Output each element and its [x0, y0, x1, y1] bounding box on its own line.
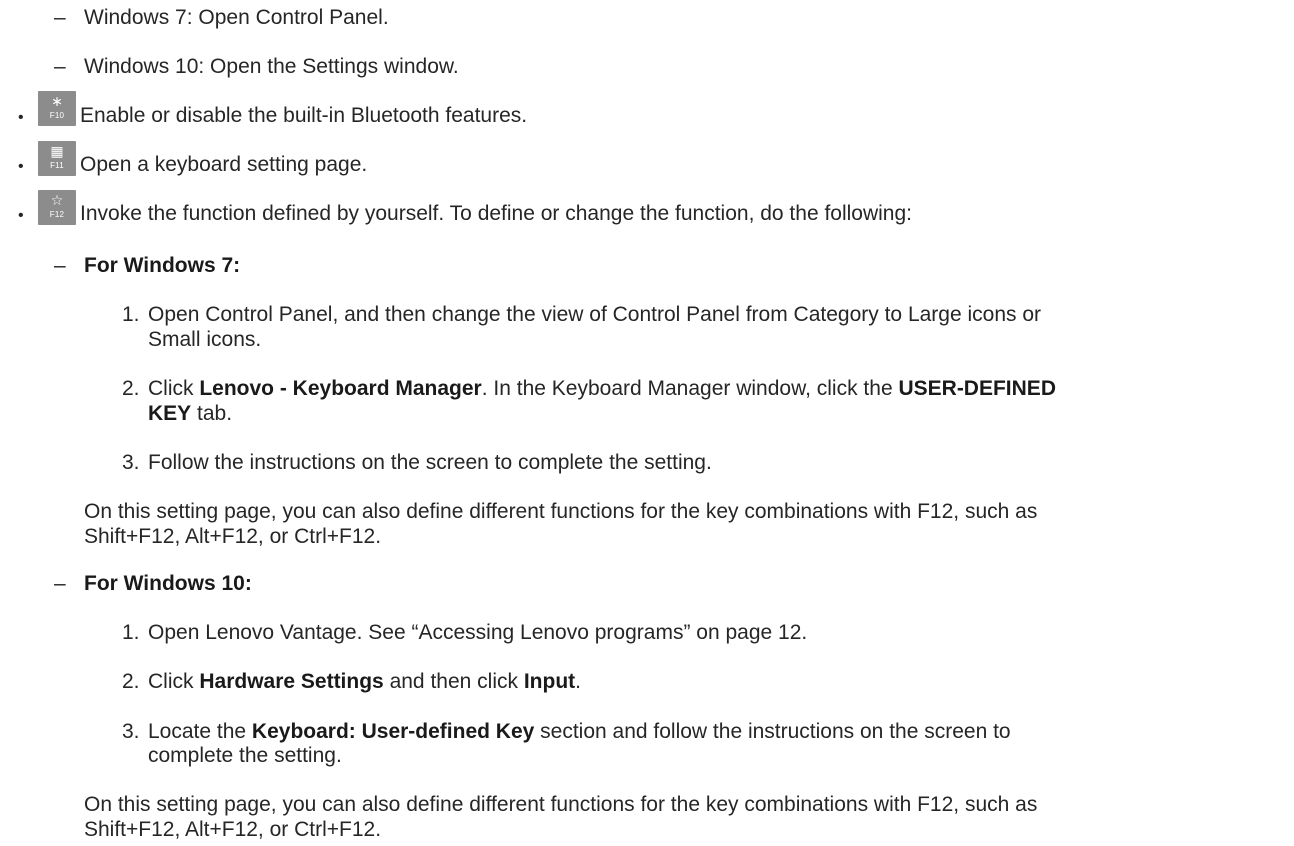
- key-label: F12: [49, 210, 65, 219]
- bullet-marker: •: [18, 207, 24, 224]
- list-item: Windows 10: Open the Settings window.: [84, 55, 459, 78]
- document-page: – Windows 7: Open Control Panel. – Windo…: [0, 0, 1294, 846]
- section-heading: For Windows 10:: [84, 572, 252, 595]
- dash-marker: –: [54, 572, 66, 595]
- list-item: Windows 7: Open Control Panel.: [84, 6, 389, 29]
- f11-key: ▦ F11: [38, 141, 76, 176]
- f12-description: Invoke the function defined by yourself.…: [80, 202, 913, 225]
- dash-marker: –: [54, 55, 66, 78]
- step-text: Open Lenovo Vantage. See “Accessing Leno…: [148, 621, 808, 644]
- step-text: KEY tab.: [148, 402, 233, 425]
- bluetooth-icon: ∗: [51, 93, 63, 109]
- bullet-marker: •: [18, 109, 24, 126]
- note-text: Shift+F12, Alt+F12, or Ctrl+F12.: [84, 818, 382, 841]
- f10-key: ∗ F10: [38, 91, 76, 126]
- note-text: On this setting page, you can also defin…: [84, 793, 1038, 816]
- step-number: 2.: [122, 670, 140, 693]
- f11-description: Open a keyboard setting page.: [80, 153, 368, 176]
- step-number: 1.: [122, 621, 140, 644]
- key-label: F10: [49, 111, 65, 120]
- step-text: complete the setting.: [148, 744, 342, 767]
- step-text: Open Control Panel, and then change the …: [148, 303, 1042, 326]
- step-text: Follow the instructions on the screen to…: [148, 451, 712, 474]
- note-text: On this setting page, you can also defin…: [84, 500, 1038, 523]
- f10-description: Enable or disable the built-in Bluetooth…: [80, 104, 528, 127]
- step-text: Click Lenovo - Keyboard Manager. In the …: [148, 377, 1056, 400]
- dash-marker: –: [54, 6, 66, 29]
- keyboard-icon: ▦: [50, 143, 64, 159]
- step-number: 2.: [122, 377, 140, 400]
- key-label: F11: [50, 161, 64, 170]
- section-heading: For Windows 7:: [84, 254, 241, 277]
- step-number: 1.: [122, 303, 140, 326]
- step-text: Click Hardware Settings and then click I…: [148, 670, 581, 693]
- note-text: Shift+F12, Alt+F12, or Ctrl+F12.: [84, 525, 382, 548]
- bullet-marker: •: [18, 158, 24, 175]
- f12-key: ☆ F12: [38, 190, 76, 225]
- dash-marker: –: [54, 254, 66, 277]
- step-text: Small icons.: [148, 328, 262, 351]
- step-number: 3.: [122, 720, 140, 743]
- star-icon: ☆: [50, 192, 64, 208]
- step-number: 3.: [122, 451, 140, 474]
